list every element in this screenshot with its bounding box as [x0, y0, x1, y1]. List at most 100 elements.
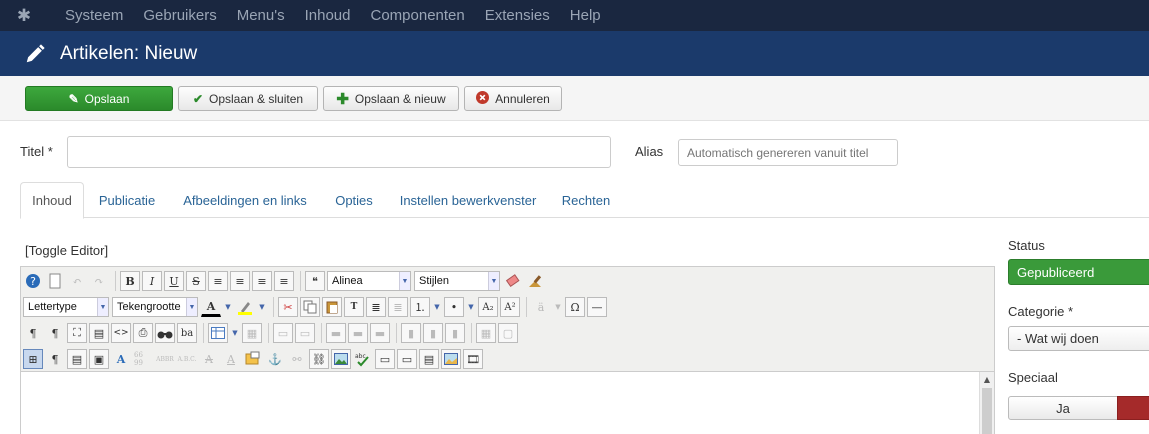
split-cells-icon[interactable]: ▦ — [476, 323, 496, 343]
cite-icon[interactable]: 66 99 — [133, 349, 153, 369]
italic-icon[interactable]: I — [142, 271, 162, 291]
align-justify-icon[interactable]: ≡ — [208, 271, 228, 291]
special-char-dim-icon[interactable]: ä — [531, 297, 551, 317]
template-icon[interactable]: ▤ — [67, 349, 87, 369]
align-right-icon[interactable]: ≡ — [274, 271, 294, 291]
featured-yes-button[interactable]: Ja — [1008, 396, 1118, 420]
editor-scrollbar[interactable]: ▲ — [979, 372, 994, 434]
chevron-down-icon[interactable]: ▼ — [230, 323, 240, 343]
save-button[interactable]: ✎ Opslaan — [25, 86, 173, 111]
align-center-icon[interactable]: ≡ — [230, 271, 250, 291]
tab-bewerkvenster[interactable]: Instellen bewerkvenster — [394, 182, 542, 218]
article-icon[interactable]: ▤ — [419, 349, 439, 369]
superscript-icon[interactable]: A² — [500, 297, 520, 317]
subscript-icon[interactable]: A₂ — [478, 297, 498, 317]
col-before-icon[interactable]: ▮ — [401, 323, 421, 343]
menu-inhoud[interactable]: Inhoud — [305, 7, 351, 24]
paste-text-icon[interactable]: T — [344, 297, 364, 317]
del-icon[interactable]: A — [199, 349, 219, 369]
preview-icon[interactable]: ▤ — [89, 323, 109, 343]
omega-icon[interactable]: Ω — [565, 297, 585, 317]
new-document-icon[interactable] — [45, 271, 65, 291]
chevron-down-icon[interactable]: ▼ — [553, 297, 563, 317]
cleanup-icon[interactable] — [525, 271, 545, 291]
link-icon[interactable]: ⛓ — [309, 349, 329, 369]
menu-systeem[interactable]: Systeem — [65, 7, 123, 24]
spellcheck-icon[interactable]: abc — [353, 349, 373, 369]
delete-row-icon[interactable]: ▬ — [370, 323, 390, 343]
layer-icon[interactable]: ▣ — [89, 349, 109, 369]
visual-aid-icon[interactable]: ⊞ — [23, 349, 43, 369]
delete-col-icon[interactable]: ▮ — [445, 323, 465, 343]
joomla-icon[interactable]: ✱ — [0, 0, 48, 31]
abbr-icon[interactable]: ABBR — [155, 349, 175, 369]
table-icon[interactable] — [208, 323, 228, 343]
ltr-icon[interactable]: ¶ — [23, 323, 43, 343]
ordered-list-icon[interactable]: ⒈ — [410, 297, 430, 317]
redo-icon[interactable]: ↷ — [89, 271, 109, 291]
menu-gebruikers[interactable]: Gebruikers — [143, 7, 216, 24]
image-icon[interactable] — [331, 349, 351, 369]
menu-componenten[interactable]: Componenten — [371, 7, 465, 24]
status-select[interactable]: Gepubliceerd — [1008, 259, 1149, 285]
cell-props-icon[interactable]: ▭ — [295, 323, 315, 343]
tab-rechten[interactable]: Rechten — [554, 182, 618, 218]
category-select[interactable]: - Wat wij doen — [1008, 326, 1149, 351]
indent-icon[interactable]: ≣ — [388, 297, 408, 317]
horizontal-rule-icon[interactable]: — — [587, 297, 607, 317]
align-left-icon[interactable]: ≡ — [252, 271, 272, 291]
chevron-down-icon[interactable]: ▼ — [257, 297, 267, 317]
styleprops-icon[interactable]: A — [111, 349, 131, 369]
code-icon[interactable]: <> — [111, 323, 131, 343]
menu-extensies[interactable]: Extensies — [485, 7, 550, 24]
anchor-icon[interactable]: ⚓ — [265, 349, 285, 369]
row-props-icon[interactable]: ▭ — [273, 323, 293, 343]
title-input[interactable] — [67, 136, 611, 168]
unordered-list-icon[interactable]: • — [444, 297, 464, 317]
readmore-icon[interactable]: ▭ — [397, 349, 417, 369]
save-close-button[interactable]: ✔ Opslaan & sluiten — [178, 86, 318, 111]
cancel-button[interactable]: Annuleren — [464, 86, 562, 111]
merge-cells-icon[interactable]: ▢ — [498, 323, 518, 343]
fullscreen-icon[interactable]: ⛶ — [67, 323, 87, 343]
copy-icon[interactable] — [300, 297, 320, 317]
insert-image-icon[interactable] — [441, 349, 461, 369]
paste-word-icon[interactable]: ≣ — [366, 297, 386, 317]
unlink-icon[interactable]: ⚯ — [287, 349, 307, 369]
chevron-down-icon[interactable]: ▼ — [432, 297, 442, 317]
cut-icon[interactable]: ✂ — [278, 297, 298, 317]
underline-icon[interactable]: U — [164, 271, 184, 291]
alias-input[interactable] — [678, 139, 898, 166]
menu-help[interactable]: Help — [570, 7, 601, 24]
tab-inhoud[interactable]: Inhoud — [20, 182, 84, 219]
tab-publicatie[interactable]: Publicatie — [90, 182, 164, 218]
ins-icon[interactable]: A — [221, 349, 241, 369]
toggle-editor-link[interactable]: [Toggle Editor] — [25, 243, 108, 258]
row-before-icon[interactable]: ▬ — [326, 323, 346, 343]
text-color-icon[interactable]: A — [201, 297, 221, 317]
editor-content-area[interactable]: ▲ — [21, 371, 994, 434]
format-select[interactable]: Alinea ▼ — [327, 271, 411, 291]
font-family-select[interactable]: Lettertype ▼ — [23, 297, 109, 317]
delete-table-icon[interactable]: ▦ — [242, 323, 262, 343]
styles-select[interactable]: Stijlen ▼ — [414, 271, 500, 291]
chevron-down-icon[interactable]: ▼ — [223, 297, 233, 317]
scrollbar-thumb[interactable] — [982, 388, 992, 434]
save-new-button[interactable]: ✚ Opslaan & nieuw — [323, 86, 459, 111]
replace-icon[interactable]: ba — [177, 323, 197, 343]
highlight-color-icon[interactable] — [235, 297, 255, 317]
attribs-icon[interactable] — [243, 349, 263, 369]
font-size-select[interactable]: Tekengrootte ▼ — [112, 297, 198, 317]
search-icon[interactable] — [155, 323, 175, 343]
eraser-icon[interactable] — [503, 271, 523, 291]
menu-menus[interactable]: Menu's — [237, 7, 285, 24]
show-blocks-icon[interactable]: ¶ — [45, 349, 65, 369]
row-after-icon[interactable]: ▬ — [348, 323, 368, 343]
media-icon[interactable]: 🎞 — [463, 349, 483, 369]
chevron-down-icon[interactable]: ▼ — [466, 297, 476, 317]
blockquote-icon[interactable]: ❝ — [305, 271, 325, 291]
print-icon[interactable]: ⎙ — [133, 323, 153, 343]
paste-icon[interactable] — [322, 297, 342, 317]
page-break-icon[interactable]: ▭ — [375, 349, 395, 369]
bold-icon[interactable]: B — [120, 271, 140, 291]
